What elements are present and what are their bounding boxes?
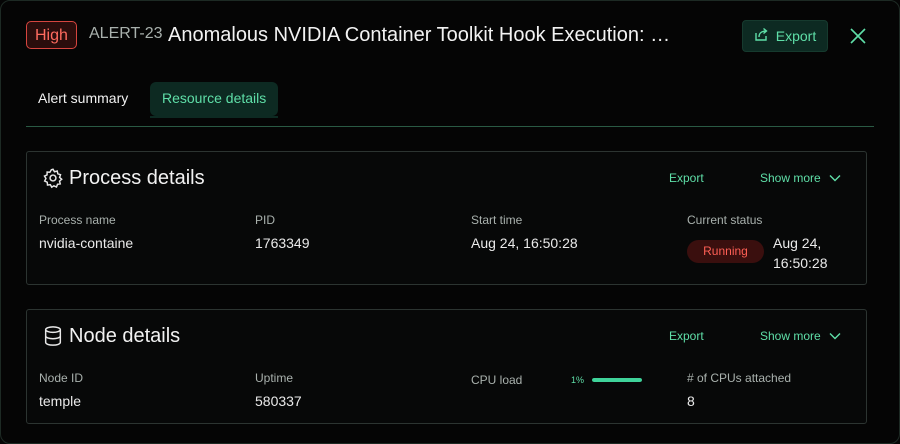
process-name-label: Process name xyxy=(39,213,116,227)
node-details-card: Node details Export Show more Node ID te… xyxy=(26,309,867,424)
process-export-link[interactable]: Export xyxy=(669,171,704,185)
alert-id: ALERT-23 xyxy=(89,25,163,42)
node-id-value: temple xyxy=(39,393,82,409)
process-show-more-button[interactable]: Show more xyxy=(760,171,841,185)
alert-details-panel: High ALERT-23 Anomalous NVIDIA Container… xyxy=(0,0,900,444)
close-button[interactable] xyxy=(848,26,868,46)
process-name-value: nvidia-containe xyxy=(39,235,134,251)
show-more-label: Show more xyxy=(760,329,821,343)
show-more-label: Show more xyxy=(760,171,821,185)
chevron-down-icon xyxy=(829,171,841,185)
current-status-label: Current status xyxy=(687,213,763,227)
severity-badge: High xyxy=(26,21,77,49)
node-details-title: Node details xyxy=(69,325,181,347)
process-details-title: Process details xyxy=(69,167,205,189)
export-button-label: Export xyxy=(775,28,817,44)
alert-title: Anomalous NVIDIA Container Toolkit Hook … xyxy=(168,24,678,46)
uptime-label: Uptime xyxy=(255,371,294,385)
tab-alert-summary[interactable]: Alert summary xyxy=(26,82,140,116)
uptime-value: 580337 xyxy=(255,393,302,409)
node-show-more-button[interactable]: Show more xyxy=(760,329,841,343)
cpu-load-bar xyxy=(592,378,642,382)
cpu-load-percent: 1% xyxy=(571,375,585,385)
database-icon xyxy=(42,325,64,347)
start-time-label: Start time xyxy=(471,213,523,227)
tab-resource-details[interactable]: Resource details xyxy=(150,82,279,118)
tab-bar: Alert summary Resource details xyxy=(26,82,874,127)
node-export-link[interactable]: Export xyxy=(669,329,704,343)
status-badge: Running xyxy=(687,240,764,263)
cpus-attached-value: 8 xyxy=(687,393,695,409)
pid-label: PID xyxy=(255,213,276,227)
gear-icon xyxy=(42,167,64,189)
export-icon xyxy=(754,27,769,45)
close-icon xyxy=(848,28,868,50)
chevron-down-icon xyxy=(829,329,841,343)
cpu-load-bar-fill xyxy=(592,378,642,382)
status-time-value: Aug 24, 16:50:28 xyxy=(773,235,828,271)
process-details-card: Process details Export Show more Process… xyxy=(26,151,867,285)
alert-header: High ALERT-23 Anomalous NVIDIA Container… xyxy=(26,20,874,53)
cpu-load-label: CPU load xyxy=(471,373,523,387)
node-id-label: Node ID xyxy=(39,371,84,385)
cpus-attached-label: # of CPUs attached xyxy=(687,371,792,385)
export-button[interactable]: Export xyxy=(742,20,828,52)
pid-value: 1763349 xyxy=(255,235,310,251)
start-time-value: Aug 24, 16:50:28 xyxy=(471,235,578,251)
